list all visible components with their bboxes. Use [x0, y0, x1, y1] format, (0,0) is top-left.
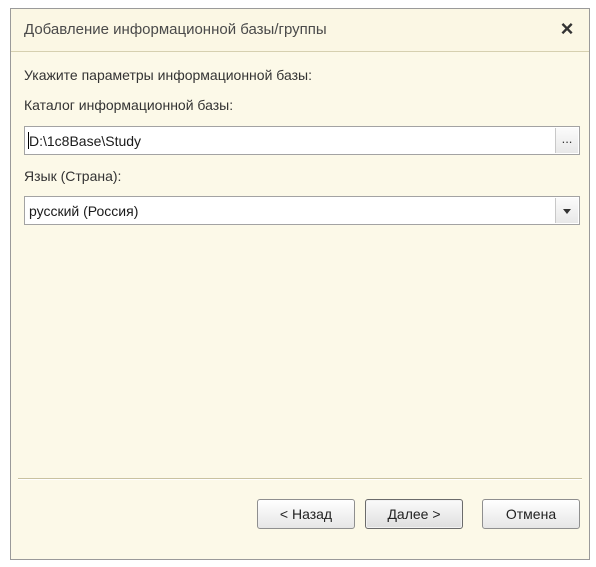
chevron-down-icon — [563, 209, 571, 214]
back-button[interactable]: < Назад — [257, 499, 355, 529]
catalog-label: Каталог информационной базы: — [24, 97, 234, 113]
next-button[interactable]: Далее > — [365, 499, 463, 529]
browse-button[interactable]: ... — [555, 128, 578, 153]
language-label: Язык (Страна): — [24, 168, 122, 184]
catalog-path-input[interactable]: D:\1c8Base\Study ... — [24, 126, 580, 155]
dropdown-button[interactable] — [555, 198, 578, 223]
language-select[interactable]: русский (Россия) — [24, 196, 580, 225]
language-value: русский (Россия) — [29, 203, 139, 219]
title-bar: Добавление информационной базы/группы × — [11, 9, 589, 52]
close-icon[interactable]: × — [553, 15, 581, 43]
catalog-path-value: D:\1c8Base\Study — [29, 133, 142, 149]
dialog-title: Добавление информационной базы/группы — [24, 21, 327, 38]
cancel-button[interactable]: Отмена — [482, 499, 580, 529]
footer-divider — [18, 478, 582, 480]
instruction-text: Укажите параметры информационной базы: — [24, 67, 312, 83]
add-infobase-dialog: Добавление информационной базы/группы × … — [10, 8, 590, 560]
